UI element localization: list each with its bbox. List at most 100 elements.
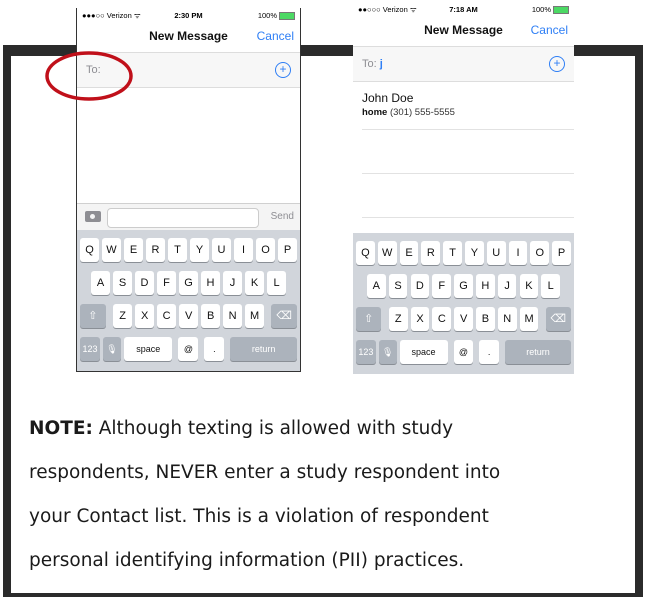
compose-bar: Send bbox=[77, 203, 300, 231]
return-key[interactable]: return bbox=[505, 340, 571, 364]
key-w[interactable]: W bbox=[102, 238, 121, 262]
key-k[interactable]: K bbox=[245, 271, 264, 295]
note-line-2: respondents, NEVER enter a study respond… bbox=[29, 462, 501, 483]
phone-screenshot-contact-suggestion: ●●○○○ Verizon ᯤ 7:18 AM 100% New Message… bbox=[353, 2, 574, 374]
key-q[interactable]: Q bbox=[80, 238, 99, 262]
key-g[interactable]: G bbox=[179, 271, 198, 295]
cancel-button[interactable]: Cancel bbox=[531, 23, 568, 37]
keyboard-row-3: ⇧ Z X C V B N M ⌫ bbox=[77, 304, 300, 328]
key-g[interactable]: G bbox=[454, 274, 473, 298]
add-contact-icon[interactable]: + bbox=[275, 62, 291, 78]
key-l[interactable]: L bbox=[541, 274, 561, 298]
key-s[interactable]: S bbox=[388, 274, 408, 298]
divider bbox=[362, 173, 574, 174]
key-k[interactable]: K bbox=[519, 274, 539, 298]
typed-text: j bbox=[379, 58, 383, 70]
period-key[interactable]: . bbox=[204, 337, 225, 361]
key-p[interactable]: P bbox=[278, 238, 297, 262]
key-n[interactable]: N bbox=[497, 307, 517, 331]
key-c[interactable]: C bbox=[432, 307, 452, 331]
key-i[interactable]: I bbox=[234, 238, 253, 262]
backspace-key[interactable]: ⌫ bbox=[271, 304, 297, 328]
key-h[interactable]: H bbox=[201, 271, 220, 295]
note-line-4: personal identifying information (PII) p… bbox=[29, 550, 465, 571]
key-z[interactable]: Z bbox=[113, 304, 133, 328]
to-label: To: j bbox=[362, 58, 383, 70]
key-n[interactable]: N bbox=[223, 304, 243, 328]
contact-name: John Doe bbox=[362, 91, 414, 105]
period-key[interactable]: . bbox=[479, 340, 499, 364]
keyboard-row-2: ASDFGHJKL bbox=[77, 271, 300, 295]
note-text: NOTE: Although texting is allowed with s… bbox=[29, 407, 629, 583]
battery-icon bbox=[279, 12, 295, 21]
key-u[interactable]: U bbox=[486, 241, 506, 265]
key-w[interactable]: W bbox=[377, 241, 397, 265]
shift-key[interactable]: ⇧ bbox=[356, 307, 382, 331]
at-key[interactable]: @ bbox=[453, 340, 474, 364]
key-j[interactable]: J bbox=[497, 274, 517, 298]
numbers-key[interactable]: 123 bbox=[356, 340, 376, 364]
microphone-key[interactable]: 🎙 bbox=[378, 340, 397, 364]
key-p[interactable]: P bbox=[552, 241, 571, 265]
to-field[interactable]: To: j + bbox=[353, 46, 574, 82]
message-input[interactable] bbox=[107, 208, 259, 228]
keyboard-row-4: 123 🎙 space @. return bbox=[353, 340, 574, 364]
key-o[interactable]: O bbox=[530, 241, 550, 265]
key-x[interactable]: X bbox=[135, 304, 155, 328]
key-v[interactable]: V bbox=[454, 307, 474, 331]
send-button[interactable]: Send bbox=[271, 211, 294, 222]
keyboard-row-4: 123 🎙 space @. return bbox=[77, 337, 300, 361]
numbers-key[interactable]: 123 bbox=[80, 337, 100, 361]
key-c[interactable]: C bbox=[157, 304, 177, 328]
contact-suggestion-row[interactable]: John Doe home (301) 555-5555 bbox=[353, 81, 574, 127]
key-r[interactable]: R bbox=[146, 238, 165, 262]
key-m[interactable]: M bbox=[519, 307, 539, 331]
key-e[interactable]: E bbox=[124, 238, 143, 262]
cancel-button[interactable]: Cancel bbox=[257, 29, 294, 43]
key-o[interactable]: O bbox=[256, 238, 275, 262]
add-contact-icon[interactable]: + bbox=[549, 56, 565, 72]
key-e[interactable]: E bbox=[399, 241, 419, 265]
backspace-key[interactable]: ⌫ bbox=[545, 307, 571, 331]
microphone-key[interactable]: 🎙 bbox=[102, 337, 121, 361]
at-key[interactable]: @ bbox=[178, 337, 199, 361]
key-m[interactable]: M bbox=[245, 304, 265, 328]
key-l[interactable]: L bbox=[267, 271, 286, 295]
key-a[interactable]: A bbox=[366, 274, 386, 298]
note-line-1: NOTE: Although texting is allowed with s… bbox=[29, 418, 454, 439]
key-z[interactable]: Z bbox=[388, 307, 408, 331]
status-bar: ●●●○○ Verizon ᯤ 2:30 PM 100% bbox=[77, 8, 300, 22]
keyboard-row-1: QWERTYUIOP bbox=[353, 241, 574, 265]
key-f[interactable]: F bbox=[157, 271, 176, 295]
key-r[interactable]: R bbox=[421, 241, 441, 265]
key-d[interactable]: D bbox=[410, 274, 430, 298]
keyboard: Q W E R T Y U I O P A S D F G H J K L ⇧ Z X C V B N M ⌫ 123 🎙 space @. r… bbox=[353, 233, 574, 374]
divider bbox=[362, 217, 574, 218]
key-t[interactable]: T bbox=[168, 238, 187, 262]
key-x[interactable]: X bbox=[410, 307, 430, 331]
return-key[interactable]: return bbox=[230, 337, 297, 361]
key-y[interactable]: Y bbox=[465, 241, 484, 265]
key-s[interactable]: S bbox=[113, 271, 132, 295]
key-j[interactable]: J bbox=[223, 271, 242, 295]
camera-icon[interactable] bbox=[85, 211, 101, 222]
key-b[interactable]: B bbox=[476, 307, 495, 331]
space-key[interactable]: space bbox=[124, 337, 173, 361]
shift-key[interactable]: ⇧ bbox=[80, 304, 106, 328]
status-bar: ●●○○○ Verizon ᯤ 7:18 AM 100% bbox=[353, 2, 574, 16]
key-y[interactable]: Y bbox=[190, 238, 209, 262]
key-b[interactable]: B bbox=[201, 304, 221, 328]
keyboard: Q W E R T Y U I O P A S D F G H J K L ⇧ Z X C V B N M ⌫ 123 🎙 space @. r… bbox=[77, 230, 300, 371]
nav-bar: New Message Cancel bbox=[77, 22, 300, 52]
key-a[interactable]: A bbox=[91, 271, 110, 295]
key-d[interactable]: D bbox=[135, 271, 154, 295]
key-q[interactable]: Q bbox=[356, 241, 375, 265]
key-f[interactable]: F bbox=[432, 274, 452, 298]
space-key[interactable]: space bbox=[399, 340, 448, 364]
key-v[interactable]: V bbox=[179, 304, 199, 328]
key-h[interactable]: H bbox=[475, 274, 495, 298]
key-i[interactable]: I bbox=[508, 241, 528, 265]
keyboard-row-1: QWERTYUIOP bbox=[77, 238, 300, 262]
key-t[interactable]: T bbox=[443, 241, 462, 265]
key-u[interactable]: U bbox=[212, 238, 231, 262]
